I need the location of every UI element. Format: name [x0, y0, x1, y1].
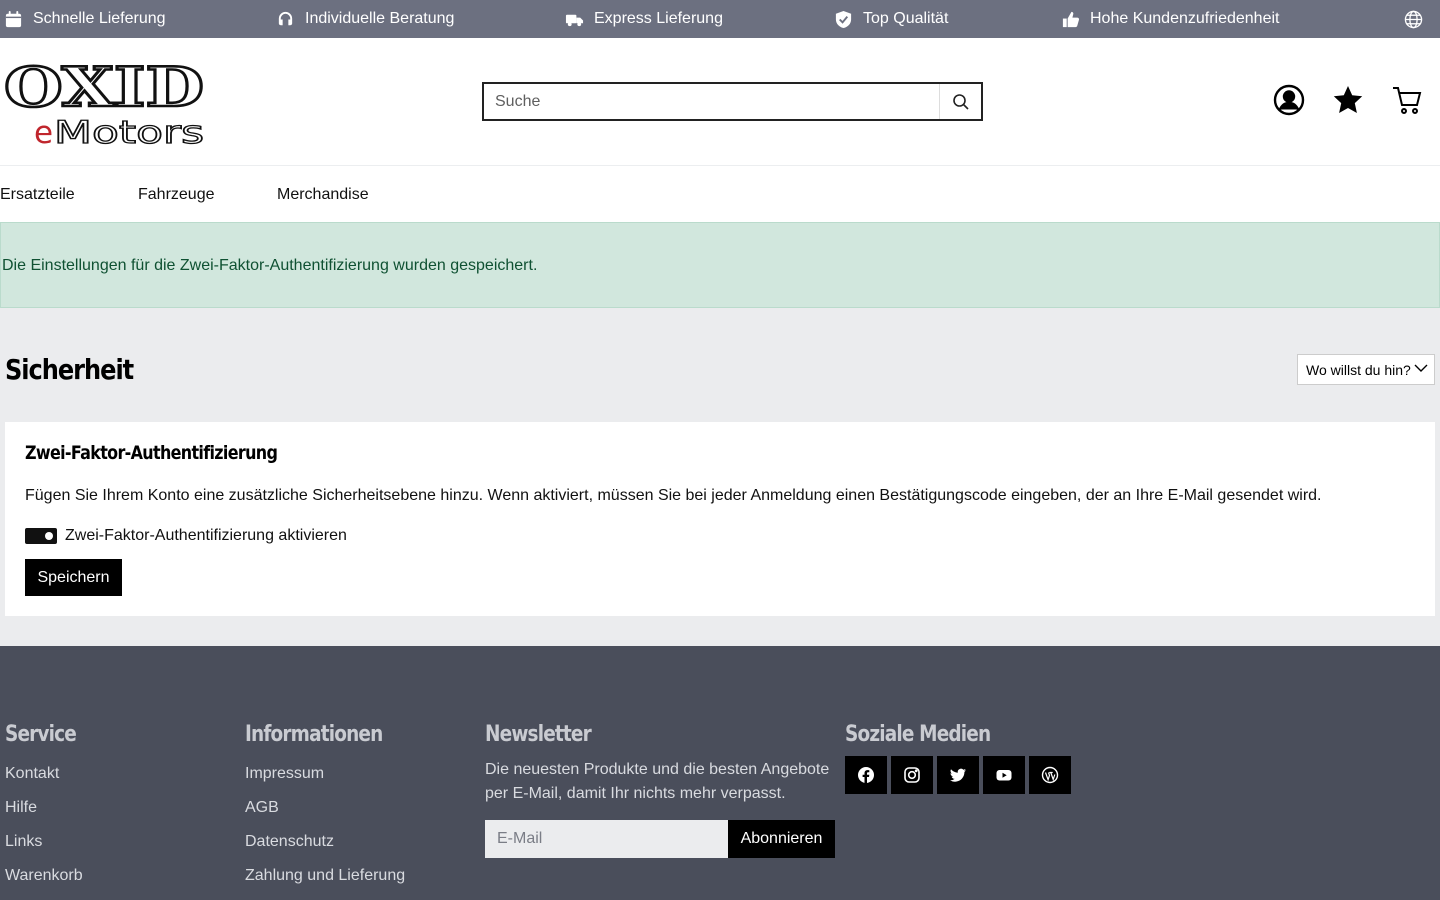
success-alert: Die Einstellungen für die Zwei-Faktor-Au… — [0, 222, 1440, 308]
card-title: Zwei-Faktor-Authentifizierung — [25, 442, 278, 464]
usp-label: Schnelle Lieferung — [33, 10, 166, 27]
social-link-instagram[interactable] — [891, 756, 933, 794]
main-nav: Ersatzteile Fahrzeuge Merchandise — [0, 166, 1440, 222]
shield-check-icon — [835, 10, 852, 28]
footer-link-datenschutz[interactable]: Datenschutz — [245, 833, 334, 851]
wordpress-icon — [1041, 766, 1059, 784]
facebook-icon — [858, 767, 874, 783]
social-link-facebook[interactable] — [845, 756, 887, 794]
footer-link-hilfe[interactable]: Hilfe — [5, 799, 37, 817]
footer-link-agb[interactable]: AGB — [245, 799, 279, 817]
usp-item: Individuelle Beratung — [276, 0, 454, 38]
logo-text-oxid: OXID — [4, 56, 204, 119]
footer-link-warenkorb[interactable]: Warenkorb — [5, 867, 83, 885]
footer-link-zahlung-lieferung[interactable]: Zahlung und Lieferung — [245, 867, 405, 885]
footer-link-kontakt[interactable]: Kontakt — [5, 765, 59, 783]
newsletter-email-input[interactable] — [485, 820, 728, 858]
user-icon[interactable] — [1273, 84, 1305, 116]
globe-icon[interactable] — [1404, 10, 1423, 29]
subscribe-button[interactable]: Abonnieren — [728, 820, 835, 858]
newsletter-text: Die neuesten Produkte und die besten Ang… — [485, 761, 830, 802]
youtube-icon — [996, 770, 1012, 781]
cart-icon[interactable] — [1391, 84, 1423, 116]
chevron-down-icon — [1414, 364, 1428, 372]
footer-link-links[interactable]: Links — [5, 833, 42, 851]
usp-item: Top Qualität — [834, 0, 948, 38]
social-link-youtube[interactable] — [983, 756, 1025, 794]
usp-label: Hohe Kundenzufriedenheit — [1090, 10, 1280, 27]
nav-item-merchandise[interactable]: Merchandise — [277, 186, 369, 204]
footer: Service Kontakt Hilfe Links Warenkorb In… — [0, 646, 1440, 900]
account-nav-dropdown[interactable]: Wo willst du hin? — [1297, 354, 1435, 385]
star-icon[interactable] — [1332, 84, 1364, 116]
header: OXID e Motors — [0, 38, 1440, 166]
instagram-icon — [904, 767, 920, 783]
logo[interactable]: OXID e Motors — [4, 56, 208, 148]
search-icon — [952, 93, 969, 110]
dropdown-label: Wo willst du hin? — [1306, 361, 1411, 378]
footer-link-impressum[interactable]: Impressum — [245, 765, 324, 783]
usp-item: Express Lieferung — [565, 0, 723, 38]
footer-heading-newsletter: Newsletter — [485, 722, 592, 747]
search-button[interactable] — [939, 84, 981, 119]
usp-label: Individuelle Beratung — [305, 10, 455, 27]
two-factor-toggle[interactable] — [25, 528, 57, 544]
social-link-wordpress[interactable] — [1029, 756, 1071, 794]
toggle-label[interactable]: Zwei-Faktor-Authentifizierung aktivieren — [65, 527, 347, 545]
usp-label: Top Qualität — [863, 10, 949, 27]
save-button[interactable]: Speichern — [25, 559, 122, 596]
twitter-icon — [950, 768, 966, 782]
footer-heading-informationen: Informationen — [245, 722, 383, 747]
page-title: Sicherheit — [5, 353, 134, 386]
search-box — [482, 82, 983, 121]
nav-item-ersatzteile[interactable]: Ersatzteile — [0, 186, 75, 204]
card-description: Fügen Sie Ihrem Konto eine zusätzliche S… — [25, 487, 1322, 504]
thumbs-up-icon — [1062, 11, 1080, 27]
calendar-icon — [5, 10, 22, 27]
search-input[interactable] — [484, 84, 924, 119]
alert-message: Die Einstellungen für die Zwei-Faktor-Au… — [2, 257, 538, 274]
usp-bar: Schnelle Lieferung Individuelle Beratung… — [0, 0, 1440, 38]
usp-item: Schnelle Lieferung — [4, 0, 166, 38]
logo-text-e: e — [34, 115, 53, 148]
footer-heading-social: Soziale Medien — [845, 722, 991, 747]
headset-icon — [278, 11, 293, 25]
footer-heading-service: Service — [5, 722, 77, 747]
usp-label: Express Lieferung — [594, 10, 723, 27]
two-factor-card: Zwei-Faktor-Authentifizierung Fügen Sie … — [5, 422, 1435, 616]
logo-text-motors: Motors — [54, 115, 204, 148]
truck-icon — [565, 14, 584, 26]
nav-item-fahrzeuge[interactable]: Fahrzeuge — [138, 186, 215, 204]
social-link-twitter[interactable] — [937, 756, 979, 794]
usp-item: Hohe Kundenzufriedenheit — [1061, 0, 1279, 38]
